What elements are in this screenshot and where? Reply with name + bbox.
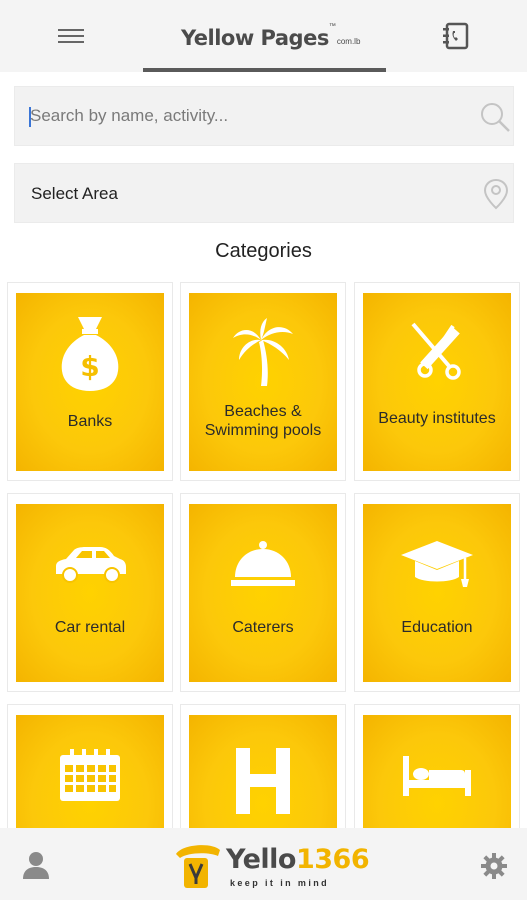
top-app-bar: Yellow Pages ™ com.lb [0,0,527,72]
logo-main-text: Yellow Pages [181,26,329,50]
car-icon [16,524,164,604]
yello-tagline: keep it in mind [230,878,330,888]
category-car-rental[interactable]: Car rental [7,493,173,692]
category-tile: Education [363,504,511,682]
search-input[interactable] [30,87,460,145]
category-banks[interactable]: $ Banks [7,282,173,481]
money-bag-icon: $ [16,313,164,393]
yello-brand-text: Yello1366 [226,844,370,875]
svg-text:$: $ [80,350,99,383]
category-label: Beaches & Swimming pools [204,403,322,439]
category-label: Banks [67,413,113,430]
bed-icon [363,735,511,815]
yello-1366-logo[interactable]: Yello1366 keep it in mind [172,838,370,894]
select-area-dropdown[interactable]: Select Area [14,163,514,223]
select-area-label: Select Area [31,184,118,203]
user-profile-icon[interactable] [22,851,50,879]
category-tile: Car rental [16,504,164,682]
yello-word: Yello [226,844,296,875]
location-pin-icon [483,178,509,210]
category-tile: Beaches & Swimming pools [189,293,337,471]
categories-heading: Categories [215,240,312,262]
palm-tree-icon [189,313,337,393]
settings-gear-icon[interactable] [481,853,507,879]
calendar-icon [16,735,164,815]
category-beauty[interactable]: Beauty institutes [354,282,520,481]
contact-book-icon[interactable] [441,21,471,51]
menu-icon[interactable] [58,26,84,46]
category-tile: Beauty institutes [363,293,511,471]
yellow-pages-logo: Yellow Pages ™ com.lb [181,20,360,50]
category-label: Beauty institutes [378,410,496,427]
category-label: Car rental [54,619,126,636]
yello-number: 1366 [295,844,370,875]
scissors-comb-icon [363,313,511,393]
category-tile: $ Banks [16,293,164,471]
category-tile: Caterers [189,504,337,682]
category-label: Education [401,619,473,636]
text-caret [29,107,31,127]
phone-handset-icon [176,845,220,888]
hotel-h-icon [189,741,337,821]
logo-trademark: ™ [328,23,336,30]
search-icon[interactable] [479,101,511,133]
category-caterers[interactable]: Caterers [180,493,346,692]
graduation-cap-icon [363,524,511,604]
logo-domain: com.lb [336,37,361,46]
bottom-bar: Yello1366 keep it in mind [0,828,527,900]
search-box [14,86,514,146]
tab-indicator [143,68,386,72]
cloche-icon [189,524,337,604]
category-education[interactable]: Education [354,493,520,692]
category-beaches[interactable]: Beaches & Swimming pools [180,282,346,481]
category-label: Caterers [232,619,294,636]
